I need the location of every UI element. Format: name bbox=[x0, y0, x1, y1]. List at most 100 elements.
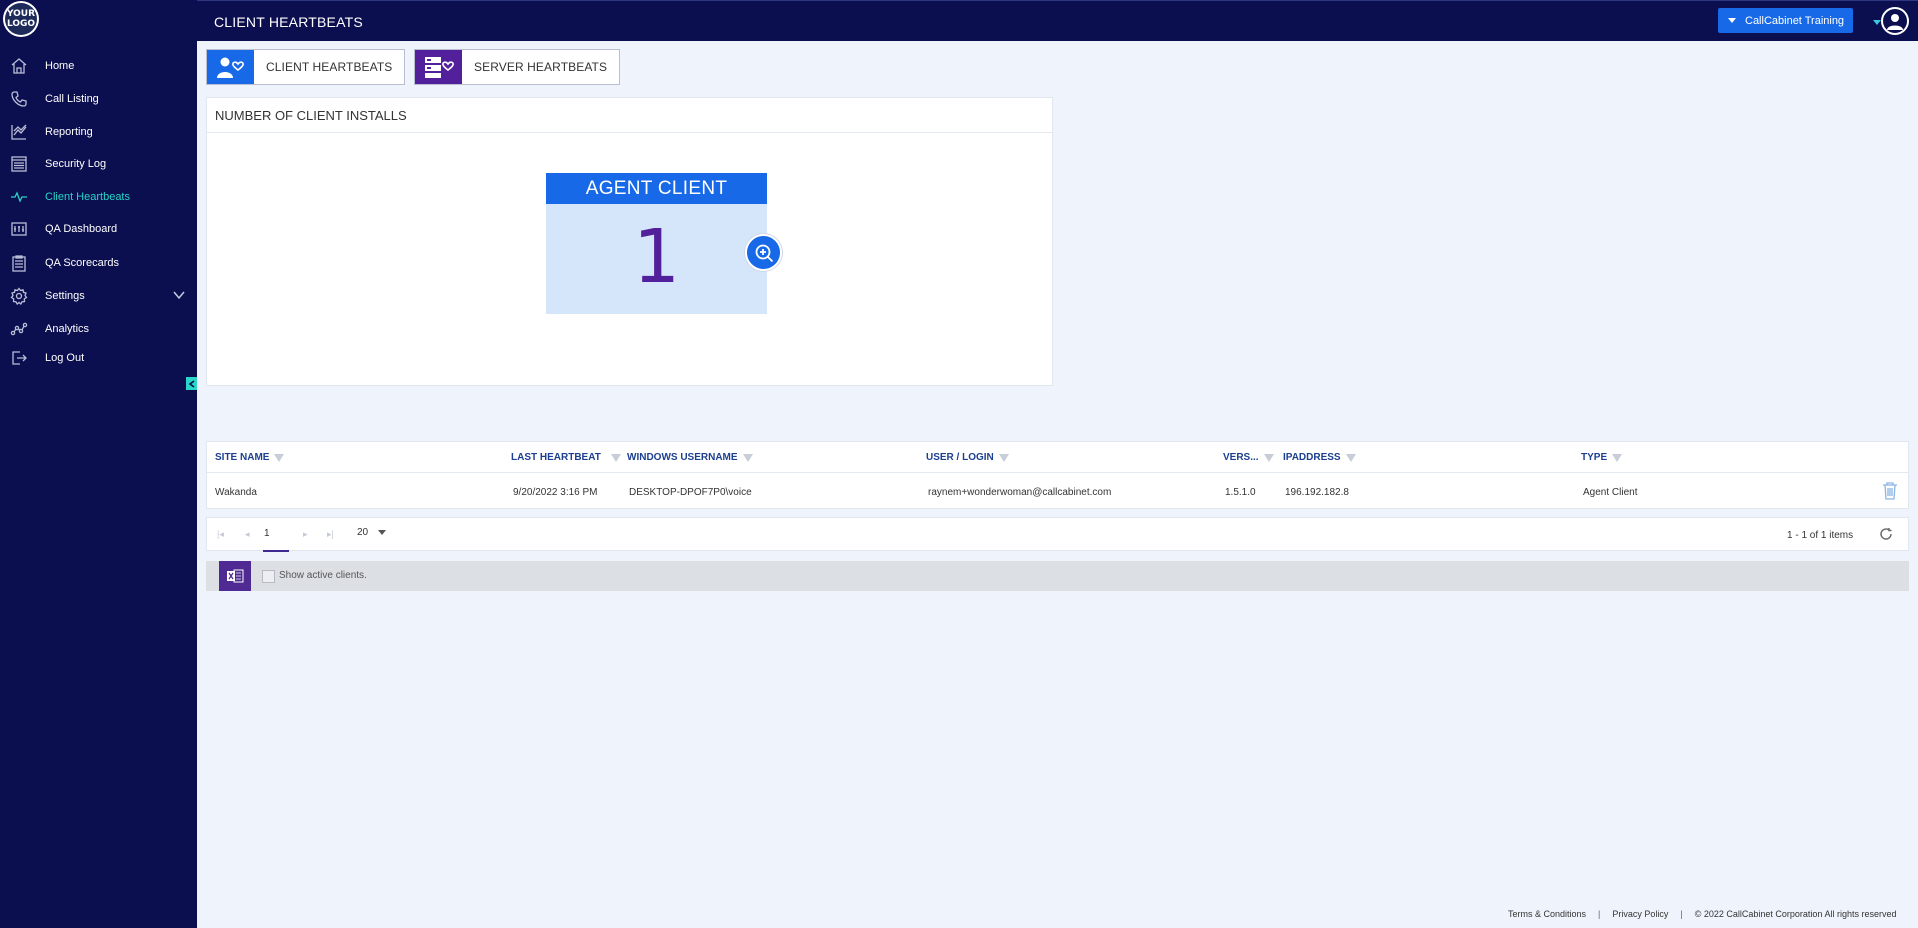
privacy-link[interactable]: Privacy Policy bbox=[1612, 909, 1668, 919]
page-size-select[interactable]: 20 bbox=[357, 527, 387, 538]
page-number-current[interactable]: 1 bbox=[264, 528, 270, 539]
clipboard-icon bbox=[10, 254, 28, 272]
column-header-site-name[interactable]: SITE NAME bbox=[215, 452, 285, 463]
filter-icon[interactable] bbox=[1345, 453, 1356, 462]
footer-separator: | bbox=[1680, 909, 1683, 919]
column-header-user-login[interactable]: USER / LOGIN bbox=[926, 452, 1009, 463]
filter-icon[interactable] bbox=[742, 453, 753, 462]
analytics-icon bbox=[10, 320, 28, 338]
cell-windows-username: DESKTOP-DPOF7P0\voice bbox=[629, 487, 752, 498]
cell-ipaddress: 196.192.182.8 bbox=[1285, 487, 1349, 498]
client-heartbeat-icon bbox=[207, 50, 254, 84]
sidebar-collapse-button[interactable] bbox=[186, 377, 197, 390]
sidebar-item-settings[interactable]: Settings bbox=[0, 282, 197, 310]
caret-down-icon bbox=[378, 530, 387, 535]
sidebar-item-qa-dashboard[interactable]: QA Dashboard bbox=[0, 215, 197, 243]
sidebar-item-label: Client Heartbeats bbox=[45, 191, 130, 203]
chevron-down-icon[interactable] bbox=[172, 288, 186, 302]
sidebar-item-label: QA Scorecards bbox=[45, 257, 119, 269]
logo-text: YOUR LOGO bbox=[5, 3, 37, 35]
footer: Terms & Conditions | Privacy Policy | © … bbox=[1508, 909, 1896, 919]
grid-header: SITE NAME LAST HEARTBEAT WINDOWS USERNAM… bbox=[207, 442, 1908, 473]
tenant-label: CallCabinet Training bbox=[1745, 14, 1845, 27]
show-active-clients-label: Show active clients. bbox=[279, 570, 367, 581]
column-header-type[interactable]: TYPE bbox=[1581, 452, 1623, 463]
sidebar-item-analytics[interactable]: Analytics bbox=[0, 315, 197, 343]
sidebar-item-label: QA Dashboard bbox=[45, 223, 118, 235]
logout-icon bbox=[10, 349, 28, 367]
pager: |◂ ◂ 1 ▸ ▸| 20 1 - 1 of 1 items bbox=[206, 517, 1909, 552]
top-header: CLIENT HEARTBEATS CallCabinet Training bbox=[197, 0, 1918, 41]
chart-icon bbox=[10, 123, 28, 141]
filter-icon[interactable] bbox=[274, 453, 285, 462]
filter-icon[interactable] bbox=[610, 453, 621, 462]
sidebar: YOUR LOGO Home Call Listing Reporting Se… bbox=[0, 0, 197, 928]
caret-down-icon bbox=[1728, 18, 1736, 23]
cell-type: Agent Client bbox=[1583, 487, 1638, 498]
copyright-text: © 2022 CallCabinet Corporation All right… bbox=[1694, 909, 1897, 919]
delete-button[interactable] bbox=[1881, 481, 1901, 501]
zoom-in-icon bbox=[755, 244, 773, 262]
next-page-icon[interactable]: ▸ bbox=[303, 529, 308, 540]
cell-last-heartbeat: 9/20/2022 3:16 PM bbox=[513, 487, 598, 498]
table-row[interactable]: Wakanda 9/20/2022 3:16 PM DESKTOP-DPOF7P… bbox=[207, 474, 1908, 508]
tab-server-heartbeats[interactable]: SERVER HEARTBEATS bbox=[414, 49, 621, 85]
sidebar-item-home[interactable]: Home bbox=[0, 52, 197, 80]
cell-version: 1.5.1.0 bbox=[1225, 487, 1256, 498]
tab-client-heartbeats[interactable]: CLIENT HEARTBEATS bbox=[206, 49, 406, 85]
stat-card-label: AGENT CLIENT bbox=[546, 173, 767, 204]
page-size-value: 20 bbox=[357, 527, 369, 538]
trash-icon bbox=[1883, 482, 1897, 500]
agent-client-card: AGENT CLIENT 1 bbox=[546, 173, 767, 314]
sidebar-item-qa-scorecards[interactable]: QA Scorecards bbox=[0, 249, 197, 277]
footer-separator: | bbox=[1598, 909, 1601, 919]
first-page-icon[interactable]: |◂ bbox=[217, 529, 224, 540]
heartbeats-grid: SITE NAME LAST HEARTBEAT WINDOWS USERNAM… bbox=[206, 441, 1909, 509]
sidebar-item-log-out[interactable]: Log Out bbox=[0, 344, 197, 372]
filter-icon[interactable] bbox=[1263, 453, 1274, 462]
panel-divider bbox=[207, 132, 1052, 133]
sidebar-item-label: Home bbox=[45, 60, 75, 72]
refresh-button[interactable] bbox=[1879, 527, 1895, 543]
home-icon bbox=[10, 57, 28, 75]
panel-title: NUMBER OF CLIENT INSTALLS bbox=[215, 108, 407, 123]
pager-info: 1 - 1 of 1 items bbox=[1787, 530, 1854, 541]
column-header-version[interactable]: VERS... bbox=[1223, 452, 1274, 463]
client-installs-panel: NUMBER OF CLIENT INSTALLS AGENT CLIENT 1 bbox=[206, 97, 1053, 386]
filter-icon[interactable] bbox=[998, 453, 1009, 462]
cell-user-login: raynem+wonderwoman@callcabinet.com bbox=[928, 487, 1112, 498]
filter-icon[interactable] bbox=[1612, 453, 1623, 462]
excel-icon bbox=[227, 569, 244, 583]
gear-icon bbox=[10, 287, 28, 306]
sidebar-item-label: Security Log bbox=[45, 158, 107, 170]
stat-card-value: 1 bbox=[632, 214, 681, 300]
terms-link[interactable]: Terms & Conditions bbox=[1508, 909, 1586, 919]
sidebar-item-client-heartbeats[interactable]: Client Heartbeats bbox=[0, 183, 197, 211]
chevron-left-icon bbox=[188, 379, 194, 388]
tab-label: CLIENT HEARTBEATS bbox=[266, 60, 393, 74]
zoom-in-button[interactable] bbox=[745, 234, 782, 271]
user-menu-caret-icon[interactable] bbox=[1873, 20, 1881, 25]
column-header-windows-username[interactable]: WINDOWS USERNAME bbox=[627, 452, 753, 463]
sidebar-item-reporting[interactable]: Reporting bbox=[0, 118, 197, 146]
export-excel-button[interactable] bbox=[219, 561, 251, 591]
tab-label: SERVER HEARTBEATS bbox=[474, 60, 608, 74]
column-header-ipaddress[interactable]: IPADDRESS bbox=[1283, 452, 1356, 463]
sidebar-item-label: Reporting bbox=[45, 126, 93, 138]
current-page-indicator bbox=[263, 550, 289, 552]
sidebar-item-label: Analytics bbox=[45, 323, 90, 335]
sidebar-item-call-listing[interactable]: Call Listing bbox=[0, 85, 197, 113]
show-active-clients-checkbox[interactable] bbox=[262, 570, 275, 583]
phone-icon bbox=[10, 90, 28, 108]
page-title: CLIENT HEARTBEATS bbox=[214, 14, 363, 30]
log-icon bbox=[10, 155, 28, 173]
column-header-last-heartbeat[interactable]: LAST HEARTBEAT bbox=[511, 452, 621, 463]
user-avatar[interactable] bbox=[1881, 7, 1909, 35]
logo[interactable]: YOUR LOGO bbox=[3, 1, 39, 37]
tenant-dropdown-button[interactable]: CallCabinet Training bbox=[1718, 8, 1853, 33]
user-icon bbox=[1887, 14, 1903, 30]
refresh-icon bbox=[1880, 528, 1892, 540]
sidebar-item-security-log[interactable]: Security Log bbox=[0, 150, 197, 178]
last-page-icon[interactable]: ▸| bbox=[327, 529, 334, 540]
prev-page-icon[interactable]: ◂ bbox=[245, 529, 250, 540]
